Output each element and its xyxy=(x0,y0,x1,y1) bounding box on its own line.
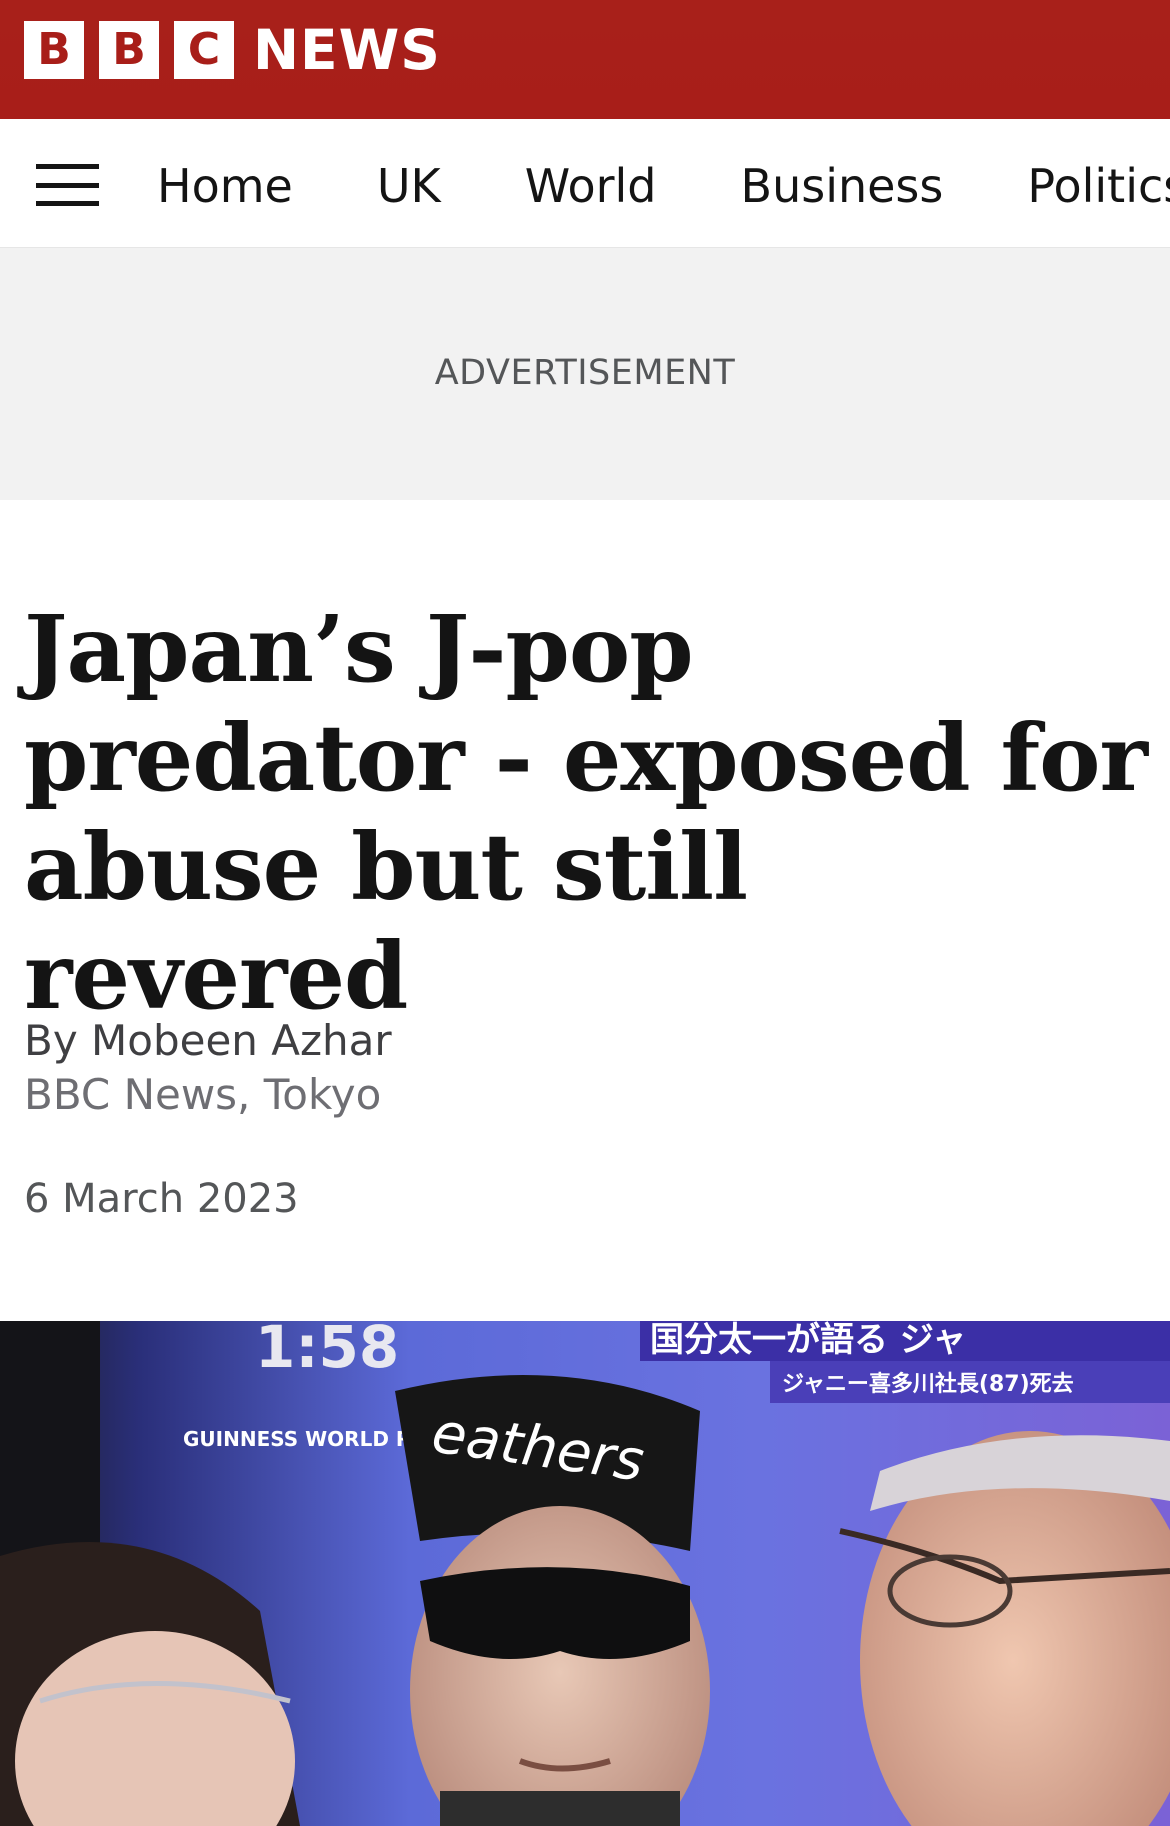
masthead: B B C NEWS xyxy=(0,0,1170,119)
bbc-logo-block-b1: B xyxy=(24,21,84,79)
tv-clock: 1:58 xyxy=(255,1321,399,1381)
tv-top-fragment: 国分太一が語る ジャ xyxy=(650,1321,966,1360)
bbc-logo[interactable]: B B C xyxy=(24,21,234,79)
tv-headline-fragment: ジャニー喜多川社長(87)死去 xyxy=(782,1371,1074,1397)
nav-item-business[interactable]: Business xyxy=(741,157,944,215)
article-date: 6 March 2023 xyxy=(24,1176,299,1222)
bbc-logo-block-c: C xyxy=(174,21,234,79)
hero-image-illustration: ジャニー喜多川社長(87)死去 国分太一が語る ジャ 1:58 GUINNESS… xyxy=(0,1321,1170,1826)
menu-icon[interactable] xyxy=(36,164,99,206)
menu-icon-bar xyxy=(36,182,99,188)
menu-icon-bar xyxy=(36,201,99,206)
man-collar xyxy=(440,1791,680,1826)
advertisement-label: ADVERTISEMENT xyxy=(434,353,736,393)
menu-icon-bar xyxy=(36,164,99,169)
nav-item-home[interactable]: Home xyxy=(157,157,293,215)
nav-items: Home UK World Business Politics xyxy=(157,157,1170,215)
advertisement-slot[interactable]: ADVERTISEMENT xyxy=(0,248,1170,500)
sunglasses xyxy=(420,1567,690,1659)
nav-item-world[interactable]: World xyxy=(525,157,657,215)
bbc-logo-block-b2: B xyxy=(99,21,159,79)
primary-navigation: Home UK World Business Politics xyxy=(0,119,1170,248)
article-headline: Japan’s J-pop predator - exposed for abu… xyxy=(24,595,1148,1030)
hero-image: ジャニー喜多川社長(87)死去 国分太一が語る ジャ 1:58 GUINNESS… xyxy=(0,1321,1170,1826)
byline-role: BBC News, Tokyo xyxy=(24,1070,382,1119)
nav-item-uk[interactable]: UK xyxy=(377,157,441,215)
byline-author: By Mobeen Azhar xyxy=(24,1016,392,1065)
news-wordmark[interactable]: NEWS xyxy=(253,17,441,83)
nav-item-politics[interactable]: Politics xyxy=(1027,157,1170,215)
